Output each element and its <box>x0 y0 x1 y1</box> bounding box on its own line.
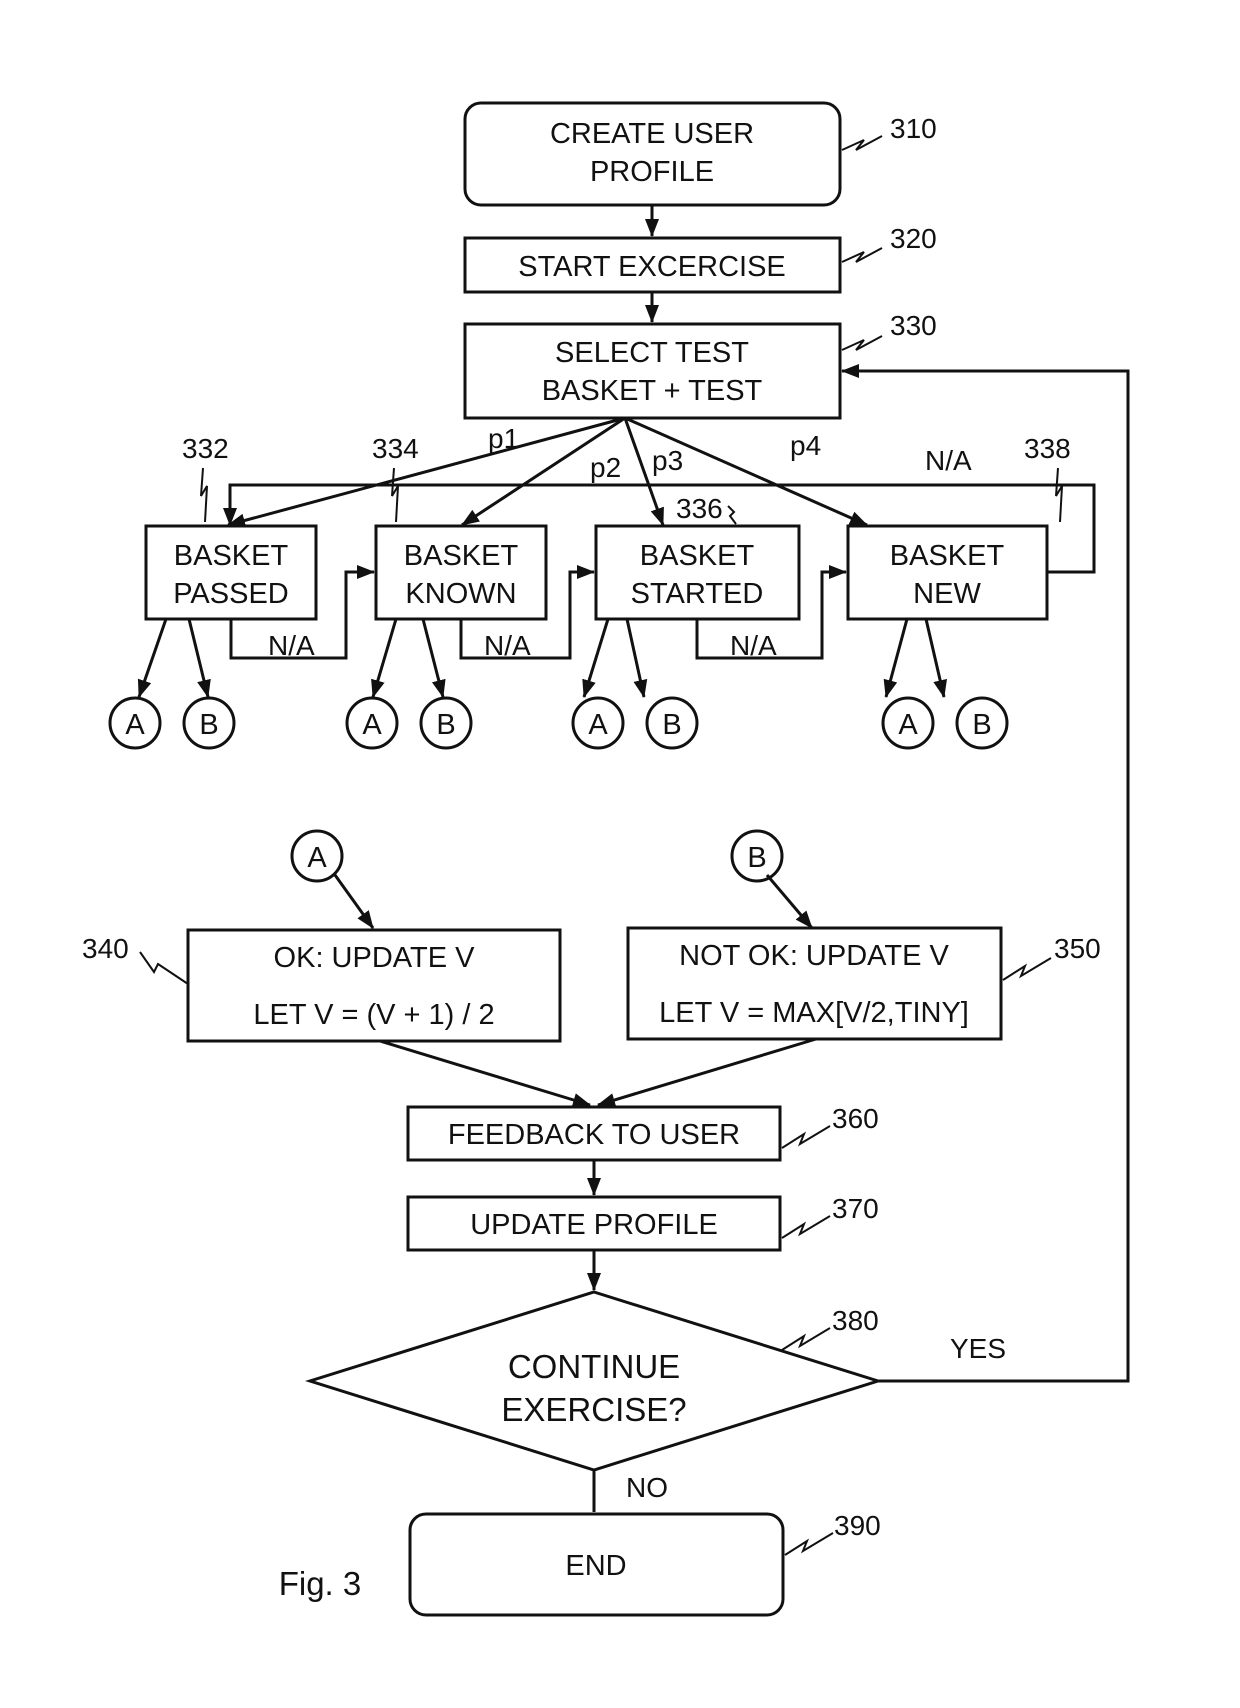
node-basket-new: BASKET NEW <box>846 524 1049 621</box>
node-text: CREATE USER <box>550 118 754 150</box>
ref-334: 334 <box>372 433 419 523</box>
node-basket-known: BASKET KNOWN <box>374 524 548 621</box>
svg-text:B: B <box>199 709 218 741</box>
svg-text:A: A <box>588 709 608 741</box>
ref-label: 310 <box>890 113 937 144</box>
svg-text:A: A <box>898 709 918 741</box>
edge-label-yes: YES <box>950 1333 1006 1364</box>
ref-label: 334 <box>372 433 419 464</box>
node-text: STARTED <box>631 578 764 610</box>
edge-yes-380-330 <box>841 364 1130 1383</box>
node-text: BASKET + TEST <box>542 375 763 407</box>
svg-text:B: B <box>972 709 991 741</box>
edge-340-360 <box>379 1039 591 1107</box>
node-text: BASKET <box>640 540 755 572</box>
node-text: EXERCISE? <box>501 1391 686 1428</box>
node-end: END <box>408 1512 785 1617</box>
ref-label: 380 <box>832 1305 879 1336</box>
svg-text:B: B <box>436 709 455 741</box>
basket-started-outputs: A B <box>571 618 699 750</box>
svg-text:A: A <box>307 842 327 874</box>
node-text: END <box>565 1550 626 1582</box>
figure-caption: Fig. 3 <box>279 1565 362 1602</box>
svg-text:A: A <box>362 709 382 741</box>
ref-332: 332 <box>182 433 229 523</box>
ref-350: 350 <box>1002 933 1101 981</box>
edge-label-p1: p1 <box>488 423 519 454</box>
node-text: LET V = MAX[V/2,TINY] <box>659 997 969 1029</box>
edge-350-360 <box>597 1037 817 1107</box>
ref-label: 330 <box>890 310 937 341</box>
ref-label: 360 <box>832 1103 879 1134</box>
node-text: BASKET <box>890 540 1005 572</box>
node-text: BASKET <box>404 540 519 572</box>
node-text: SELECT TEST <box>555 337 749 369</box>
node-text: CONTINUE <box>508 1348 680 1385</box>
ref-320: 320 <box>841 223 937 263</box>
edge-p1 <box>227 416 626 528</box>
svg-text:B: B <box>662 709 681 741</box>
node-text: NOT OK: UPDATE V <box>679 940 949 972</box>
ref-label: 370 <box>832 1193 879 1224</box>
basket-passed-outputs: A B <box>108 618 236 750</box>
node-text: PROFILE <box>590 156 714 188</box>
node-feedback-to-user: FEEDBACK TO USER <box>406 1105 782 1162</box>
ref-label: 390 <box>834 1510 881 1541</box>
node-text: LET V = (V + 1) / 2 <box>253 999 494 1031</box>
node-start-exercise: START EXCERCISE <box>463 236 842 294</box>
ref-310: 310 <box>841 113 937 151</box>
edge-label-p3: p3 <box>652 445 683 476</box>
edge-label-na: N/A <box>268 630 315 661</box>
ref-380: 380 <box>781 1305 879 1351</box>
ref-label: 340 <box>82 933 129 964</box>
node-text: UPDATE PROFILE <box>470 1209 718 1241</box>
node-text: START EXCERCISE <box>518 251 786 283</box>
node-basket-started: BASKET STARTED <box>594 524 801 621</box>
ref-370: 370 <box>781 1193 879 1239</box>
node-continue-exercise-decision: CONTINUE EXERCISE? <box>304 1290 884 1472</box>
edge-label-na: N/A <box>484 630 531 661</box>
edge-label-na: N/A <box>925 445 972 476</box>
node-basket-passed: BASKET PASSED <box>144 524 318 621</box>
edge-b-350 <box>765 874 814 929</box>
node-text: PASSED <box>173 578 289 610</box>
ref-label: 350 <box>1054 933 1101 964</box>
edge-a-340 <box>333 874 375 929</box>
edge-label-no: NO <box>626 1472 668 1503</box>
ref-360: 360 <box>781 1103 879 1149</box>
node-text: KNOWN <box>405 578 516 610</box>
basket-new-outputs: A B <box>881 618 1009 750</box>
flowchart: CREATE USER PROFILE 310 START EXCERCISE … <box>82 101 1130 1617</box>
svg-text:B: B <box>747 842 766 874</box>
edge-label-p4: p4 <box>790 430 821 461</box>
edge-label-p2: p2 <box>590 452 621 483</box>
ref-340: 340 <box>82 933 189 985</box>
ref-336: 336 <box>676 493 737 525</box>
edge-label-na: N/A <box>730 630 777 661</box>
ref-label: 338 <box>1024 433 1071 464</box>
ref-label: 336 <box>676 493 723 524</box>
node-update-profile: UPDATE PROFILE <box>406 1195 782 1252</box>
node-select-test-basket: SELECT TEST BASKET + TEST <box>463 322 842 420</box>
ref-338: 338 <box>1024 433 1071 523</box>
node-text: OK: UPDATE V <box>274 942 476 974</box>
svg-text:A: A <box>125 709 145 741</box>
ref-330: 330 <box>841 310 937 351</box>
node-not-ok-update-v: NOT OK: UPDATE V LET V = MAX[V/2,TINY] <box>626 926 1003 1041</box>
node-ok-update-v: OK: UPDATE V LET V = (V + 1) / 2 <box>186 928 562 1043</box>
node-text: NEW <box>913 578 981 610</box>
node-create-user-profile: CREATE USER PROFILE <box>463 101 842 207</box>
node-text: FEEDBACK TO USER <box>448 1119 740 1151</box>
node-text: BASKET <box>174 540 289 572</box>
ref-390: 390 <box>784 1510 881 1556</box>
ref-label: 320 <box>890 223 937 254</box>
ref-label: 332 <box>182 433 229 464</box>
basket-known-outputs: A B <box>345 618 473 750</box>
